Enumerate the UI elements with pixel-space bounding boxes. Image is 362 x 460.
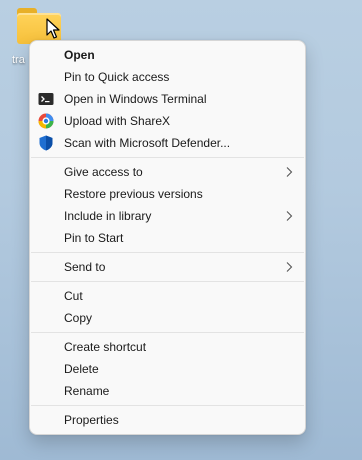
menu-item-open[interactable]: Open — [30, 44, 305, 66]
menu-item-cut[interactable]: Cut — [30, 285, 305, 307]
menu-item-label: Create shortcut — [64, 340, 147, 354]
context-menu: Open Pin to Quick access Open in Windows T… — [29, 40, 306, 435]
menu-item-label: Upload with ShareX — [64, 114, 171, 128]
menu-item-label: Properties — [64, 413, 119, 427]
menu-item-label: Open in Windows Terminal — [64, 92, 207, 106]
menu-separator — [31, 405, 304, 406]
menu-separator — [31, 281, 304, 282]
menu-separator — [31, 332, 304, 333]
menu-item-label: Open — [64, 48, 95, 62]
menu-item-send-to[interactable]: Send to — [30, 256, 305, 278]
menu-item-include-in-library[interactable]: Include in library — [30, 205, 305, 227]
menu-item-rename[interactable]: Rename — [30, 380, 305, 402]
defender-shield-icon — [38, 135, 54, 151]
menu-item-label: Copy — [64, 311, 93, 325]
menu-item-label: Scan with Microsoft Defender... — [64, 136, 231, 150]
menu-separator — [31, 157, 304, 158]
menu-item-delete[interactable]: Delete — [30, 358, 305, 380]
menu-item-pin-to-start[interactable]: Pin to Start — [30, 227, 305, 249]
chevron-right-icon — [283, 209, 295, 223]
menu-item-upload-with-sharex[interactable]: Upload with ShareX — [30, 110, 305, 132]
menu-item-give-access-to[interactable]: Give access to — [30, 161, 305, 183]
menu-item-label: Restore previous versions — [64, 187, 203, 201]
menu-item-label: Pin to Quick access — [64, 70, 170, 84]
menu-item-label: Give access to — [64, 165, 143, 179]
menu-item-label: Delete — [64, 362, 99, 376]
menu-item-label: Pin to Start — [64, 231, 124, 245]
chevron-right-icon — [283, 260, 295, 274]
menu-item-label: Rename — [64, 384, 110, 398]
menu-separator — [31, 252, 304, 253]
menu-item-label: Include in library — [64, 209, 152, 223]
menu-item-properties[interactable]: Properties — [30, 409, 305, 431]
menu-item-scan-with-microsoft-defender[interactable]: Scan with Microsoft Defender... — [30, 132, 305, 154]
menu-item-restore-previous-versions[interactable]: Restore previous versions — [30, 183, 305, 205]
menu-item-open-in-windows-terminal[interactable]: Open in Windows Terminal — [30, 88, 305, 110]
sharex-icon — [38, 113, 54, 129]
menu-item-label: Send to — [64, 260, 106, 274]
mouse-cursor-icon — [46, 18, 60, 39]
menu-item-copy[interactable]: Copy — [30, 307, 305, 329]
menu-item-pin-to-quick-access[interactable]: Pin to Quick access — [30, 66, 305, 88]
chevron-right-icon — [283, 165, 295, 179]
menu-item-create-shortcut[interactable]: Create shortcut — [30, 336, 305, 358]
terminal-icon — [38, 91, 54, 107]
menu-item-label: Cut — [64, 289, 83, 303]
